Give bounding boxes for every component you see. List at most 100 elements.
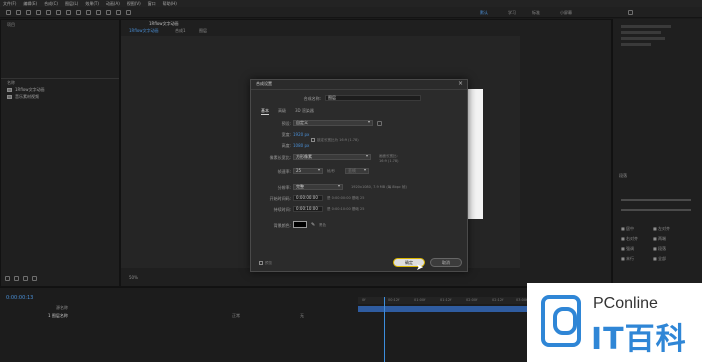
frame-rate-select[interactable]: 25 [293,168,323,174]
composition-breadcrumb-main[interactable]: 1Rflow文字动画 [129,28,159,34]
pixel-aspect-select[interactable]: 方形像素 [293,154,371,160]
resolution-info: 1920x1080, 7.9 MB (每 8bpc 帧) [351,185,407,189]
frame-aspect-value: 16:9 (1.78) [379,159,399,163]
workspace-tab-standard[interactable]: 标准 [532,10,540,16]
pan-tool-icon[interactable] [66,10,71,15]
camera-tool-icon[interactable] [56,10,61,15]
frame-rate-unit: 帧/秒 [327,169,336,173]
pen-tool-icon[interactable] [86,10,91,15]
playhead[interactable] [384,297,385,362]
duration-field[interactable]: 0:00:10:00 [293,206,323,212]
drop-frame-select[interactable]: 丢帧 [345,168,369,174]
menu-view[interactable]: 视图(V) [127,1,141,7]
search-icon[interactable] [628,10,633,15]
timeline-layer-mode[interactable]: 正常 [232,313,240,319]
duration-info: 是 0:00:10:00 基础 25 [327,207,365,211]
text-tool-icon[interactable] [96,10,101,15]
menu-file[interactable]: 文件(F) [3,1,16,7]
comp-name-field[interactable]: 图层 [325,95,421,101]
composition-breadcrumb-comp1[interactable]: 合成1 [175,28,186,34]
width-label: 宽度: [281,132,291,137]
tab-basic[interactable]: 基本 [261,108,269,115]
panel-slider[interactable] [621,43,651,46]
project-item[interactable]: 音乐素材视频 [7,94,39,100]
timeline-layer-parent[interactable]: 无 [300,313,304,319]
project-column-name[interactable]: 名称 [7,80,15,86]
menu-edit[interactable]: 编辑(E) [23,1,37,7]
timeline-tick: 02:00f [466,298,478,302]
workspace-tab-small-screen[interactable]: 小屏幕 [560,10,572,16]
paragraph-option[interactable]: ■ 段落 [653,246,666,252]
paragraph-option[interactable]: ■ 右对齐 [621,236,638,242]
save-preset-icon[interactable] [377,121,382,126]
app-window: 文件(F) 编辑(E) 合成(C) 图层(L) 效果(T) 动画(A) 视图(V… [0,0,702,362]
start-timecode-info: 是 0:00:00:00 基础 25 [327,196,365,200]
tab-advanced[interactable]: 高级 [278,108,286,115]
paragraph-option[interactable]: ■ 末行 [621,256,634,262]
brush-tool-icon[interactable] [106,10,111,15]
zoom-level[interactable]: 50% [129,275,138,280]
dialog-divider [251,89,467,90]
timeline-timecode[interactable]: 0:00:00:13 [6,295,33,301]
menu-window[interactable]: 窗口 [148,1,156,7]
eyedropper-icon[interactable]: ✎ [311,222,315,228]
tab-3d-renderer[interactable]: 3D 渲染器 [295,108,314,115]
height-value[interactable]: 1080 px [293,143,309,148]
resolution-select[interactable]: 完整 [293,184,343,190]
close-icon[interactable]: × [458,80,463,87]
background-color-label: 背景颜色: [273,223,291,228]
timeline-layer-name[interactable]: 1 图层名称 [48,313,68,319]
home-tool-icon[interactable] [6,10,11,15]
composition-tab-main[interactable]: 1Rflow文字动画 [149,21,179,27]
menu-composition[interactable]: 合成(C) [44,1,58,7]
timeline-tick: 01:00f [414,298,426,302]
project-panel-tab[interactable]: 项目 [7,22,15,28]
rotate-tool-icon[interactable] [46,10,51,15]
preview-label: 预览 [265,261,272,265]
new-composition-icon[interactable] [23,276,28,281]
paragraph-panel-title[interactable]: 段落 [619,173,627,179]
panel-slider[interactable] [621,37,665,40]
background-color-swatch[interactable] [293,221,307,228]
trash-icon[interactable] [32,276,37,281]
cancel-button[interactable]: 取消 [430,258,462,267]
interpret-footage-icon[interactable] [5,276,10,281]
watermark-brand-cn: IT百科 [591,322,687,357]
preset-label: 预设: [281,121,291,126]
paragraph-option[interactable]: ■ 两端 [653,236,666,242]
new-folder-icon[interactable] [14,276,19,281]
paragraph-option[interactable]: ■ 强调 [621,246,634,252]
project-footer [5,276,115,284]
workspace-tab-default[interactable]: 默认 [480,10,488,16]
project-item[interactable]: 1Rflow文字动画 [7,87,45,93]
mask-tool-icon[interactable] [76,10,81,15]
composition-breadcrumb-layer[interactable]: 图层 [199,28,207,34]
lock-ratio-checkbox[interactable] [311,138,315,142]
preview-checkbox[interactable] [259,261,263,265]
timeline-tick: 03:00f [516,298,528,302]
start-timecode-field[interactable]: 0:00:00:00 [293,195,323,201]
panel-slider[interactable] [621,25,671,28]
paragraph-option[interactable]: ■ 居中 [621,226,634,232]
paragraph-option[interactable]: ■ 左对齐 [653,226,670,232]
workspace-tab-learn[interactable]: 学习 [508,10,516,16]
width-value[interactable]: 1920 px [293,132,309,137]
paragraph-slider[interactable] [621,209,691,211]
paragraph-option[interactable]: ■ 全部 [653,256,666,262]
menu-animation[interactable]: 动画(A) [106,1,120,7]
watermark-logo: PConline IT百科 [527,283,702,362]
hand-tool-icon[interactable] [26,10,31,15]
paragraph-slider[interactable] [621,199,691,201]
menu-effect[interactable]: 效果(T) [85,1,99,7]
panel-slider[interactable] [621,31,661,34]
preset-select[interactable]: 自定义 [293,120,373,126]
menu-help[interactable]: 帮助(H) [163,1,177,7]
project-item-label: 音乐素材视频 [15,94,39,99]
selection-tool-icon[interactable] [16,10,21,15]
zoom-tool-icon[interactable] [36,10,41,15]
menu-layer[interactable]: 图层(L) [65,1,78,7]
eraser-tool-icon[interactable] [126,10,131,15]
stamp-tool-icon[interactable] [116,10,121,15]
timeline-tick: 00:12f [388,298,400,302]
watermark-brand-en: PConline [593,295,658,312]
